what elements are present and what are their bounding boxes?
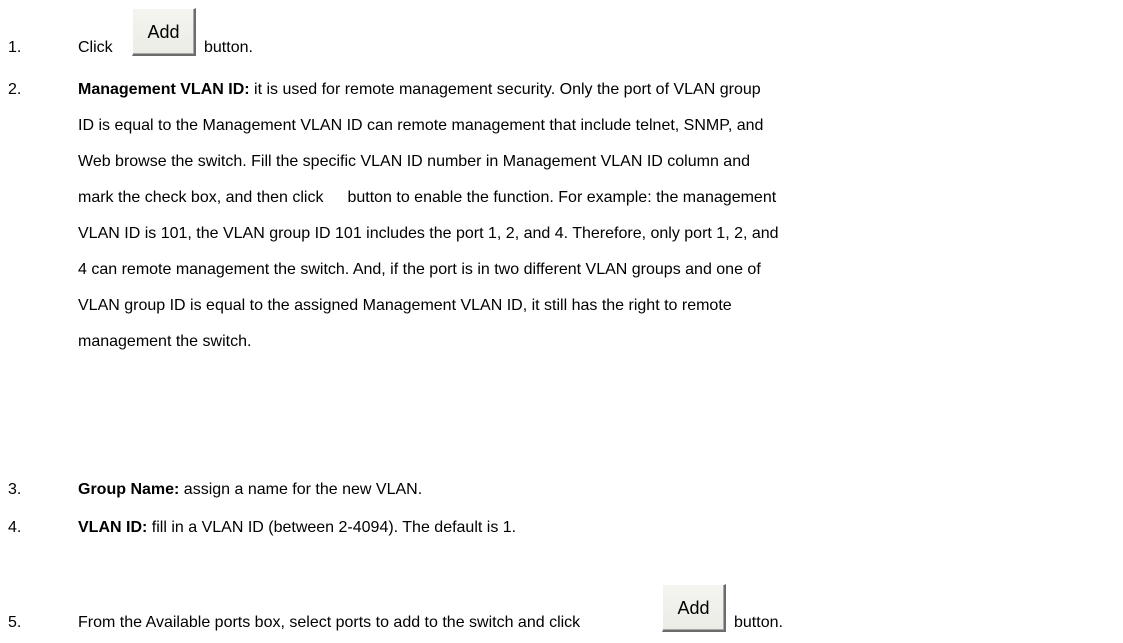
step-2-paragraph: Management VLAN ID: it is used for remot… [78, 80, 1058, 352]
paragraph-line-2: ID is equal to the Management VLAN ID ca… [78, 117, 764, 134]
step-text-before: From the Available ports box, select por… [78, 614, 581, 631]
step-number: 3. [8, 481, 22, 498]
paragraph-line-1: Management VLAN ID: it is used for remot… [78, 80, 1058, 100]
term-label: Group Name: [78, 481, 180, 498]
step-1: 1. Click Add button. [0, 0, 1123, 60]
step-text-before: Click [78, 39, 113, 56]
step-3: 3. Group Name: assign a name for the new… [0, 480, 1123, 504]
term-label: Management VLAN ID: [78, 81, 250, 98]
document-page: 1. Click Add button. 2. Management VLAN … [0, 0, 1123, 643]
paragraph-line-4: mark the check box, and then click button… [78, 188, 1058, 208]
step-4: 4. VLAN ID: fill in a VLAN ID (between 2… [0, 518, 1123, 542]
paragraph-line-7: VLAN group ID is equal to the assigned M… [78, 297, 732, 314]
step-number: 2. [8, 81, 22, 98]
add-button[interactable]: Add [132, 8, 196, 56]
term-description: assign a name for the new VLAN. [179, 481, 423, 498]
step-number: 4. [8, 519, 22, 536]
paragraph-line-6: 4 can remote management the switch. And,… [78, 261, 761, 278]
add-button[interactable]: Add [662, 584, 726, 632]
step-5: 5. From the Available ports box, select … [0, 572, 1123, 643]
line-text: it is used for remote management securit… [249, 81, 761, 98]
step-number: 5. [8, 614, 22, 631]
paragraph-line-5: VLAN ID is 101, the VLAN group ID 101 in… [78, 225, 779, 242]
line-text: button to enable the function. For examp… [347, 189, 777, 206]
paragraph-line-8: management the switch. [78, 333, 252, 350]
paragraph-line-3: Web browse the switch. Fill the specific… [78, 153, 750, 170]
step-text-after: button. [734, 614, 783, 631]
term-description: fill in a VLAN ID (between 2-4094). The … [147, 519, 517, 536]
step-text: Group Name: assign a name for the new VL… [78, 480, 422, 500]
step-2: 2. Management VLAN ID: it is used for re… [0, 80, 1123, 380]
step-text-after: button. [204, 39, 253, 56]
step-number: 1. [8, 39, 22, 56]
line-text: mark the check box, and then click [78, 189, 324, 206]
step-text: VLAN ID: fill in a VLAN ID (between 2-40… [78, 518, 516, 538]
term-label: VLAN ID: [78, 519, 148, 536]
